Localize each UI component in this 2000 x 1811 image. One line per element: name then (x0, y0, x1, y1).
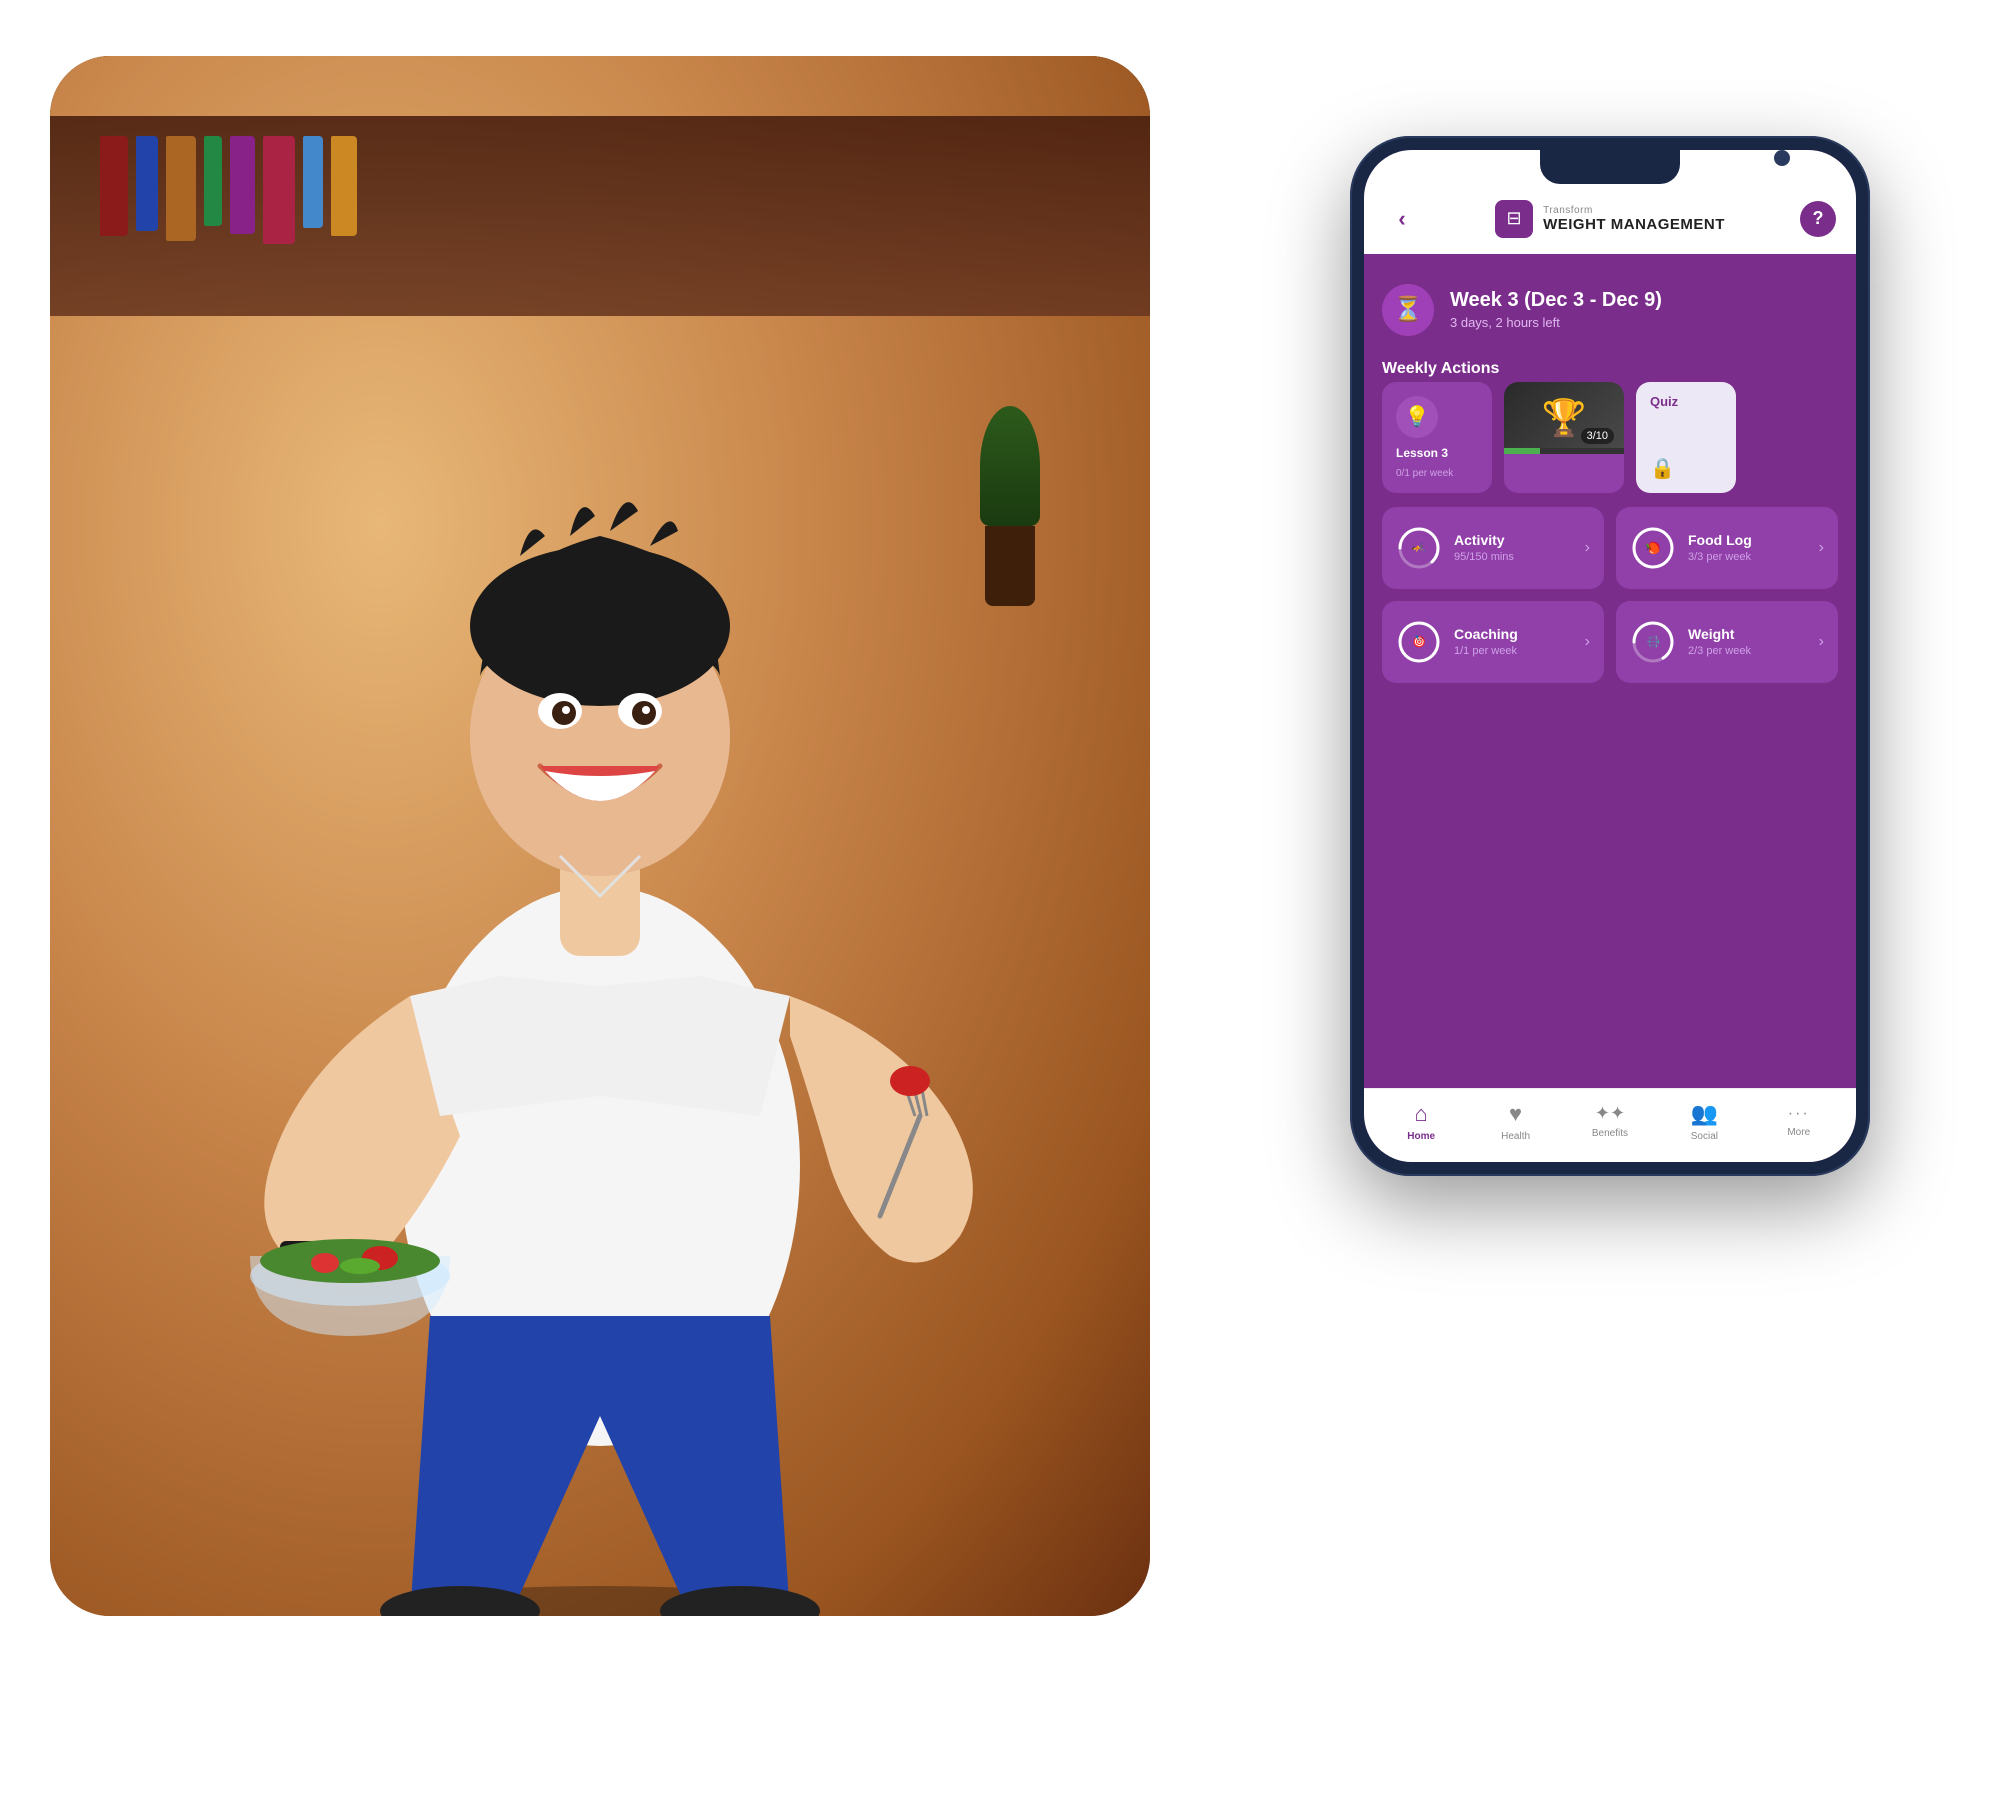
person-figure (50, 56, 1150, 1616)
week-icon: ⏳ (1382, 284, 1434, 336)
svg-text:🏃: 🏃 (1412, 540, 1426, 555)
social-icon: 👥 (1691, 1101, 1718, 1127)
foodlog-card[interactable]: 🍎 Food Log 3/3 per week › (1616, 507, 1838, 589)
coaching-info: Coaching 1/1 per week (1454, 626, 1573, 657)
weight-info: Weight 2/3 per week (1688, 626, 1807, 657)
achievement-image: 🏆 3/10 (1504, 382, 1624, 454)
phone-device: ‹ ⊟ Transform WEIGHT MANAGEMENT ? (1350, 136, 1870, 1176)
foodlog-progress-ring: 🍎 (1630, 525, 1676, 571)
nav-home-label: Home (1407, 1131, 1435, 1142)
grid-actions: 🏃 Activity 95/150 mins › (1382, 507, 1838, 683)
bottom-nav: ⌂ Home ♥ Health ✦✦ Benefits 👥 Social (1364, 1088, 1856, 1162)
coaching-card[interactable]: 🎯 Coaching 1/1 per week › (1382, 601, 1604, 683)
nav-benefits[interactable]: ✦✦ Benefits (1580, 1103, 1640, 1139)
activity-arrow: › (1585, 539, 1590, 557)
trophy-icon: 🏆 (1542, 397, 1587, 439)
lesson-sublabel: 0/1 per week (1396, 468, 1453, 479)
nav-social-label: Social (1691, 1131, 1718, 1142)
lesson-card[interactable]: 💡 Lesson 3 0/1 per week (1382, 382, 1492, 493)
health-icon: ♥ (1509, 1101, 1522, 1127)
more-icon: ··· (1788, 1105, 1810, 1123)
main-scene: ‹ ⊟ Transform WEIGHT MANAGEMENT ? (50, 56, 1950, 1756)
phone-camera (1774, 150, 1790, 166)
quiz-lock-icon: 🔒 (1650, 456, 1722, 481)
activity-title: Activity (1454, 532, 1573, 548)
nav-social[interactable]: 👥 Social (1674, 1101, 1734, 1142)
weekly-actions-section: Weekly Actions 💡 Lesson 3 0/1 per week (1382, 360, 1838, 493)
foodlog-info: Food Log 3/3 per week (1688, 532, 1807, 563)
phone-screen: ‹ ⊟ Transform WEIGHT MANAGEMENT ? (1364, 150, 1856, 1162)
nav-home[interactable]: ⌂ Home (1391, 1101, 1451, 1142)
coaching-arrow: › (1585, 633, 1590, 651)
coaching-sub: 1/1 per week (1454, 645, 1573, 657)
weight-progress-ring: ⚖️ (1630, 619, 1676, 665)
photo-card (50, 56, 1150, 1616)
nav-more-label: More (1787, 1127, 1810, 1138)
phone-notch (1540, 150, 1680, 184)
lesson-icon: 💡 (1396, 396, 1438, 438)
nav-health[interactable]: ♥ Health (1486, 1101, 1546, 1142)
svg-text:⚖️: ⚖️ (1647, 634, 1660, 648)
coaching-progress-ring: 🎯 (1396, 619, 1442, 665)
week-subtitle: 3 days, 2 hours left (1450, 315, 1662, 330)
achievement-progress-bar (1504, 448, 1624, 454)
week-info: Week 3 (Dec 3 - Dec 9) 3 days, 2 hours l… (1450, 289, 1662, 330)
svg-text:🍎: 🍎 (1645, 540, 1660, 555)
nav-health-label: Health (1501, 1131, 1530, 1142)
achievement-card[interactable]: 🏆 3/10 (1504, 382, 1624, 493)
brand-subtitle: Transform (1543, 205, 1725, 216)
week-header: ⏳ Week 3 (Dec 3 - Dec 9) 3 days, 2 hours… (1382, 274, 1838, 346)
foodlog-title: Food Log (1688, 532, 1807, 548)
weekly-actions-title: Weekly Actions (1382, 360, 1838, 378)
svg-text:🎯: 🎯 (1413, 634, 1426, 648)
weight-arrow: › (1819, 633, 1824, 651)
nav-benefits-label: Benefits (1592, 1128, 1628, 1139)
activity-sub: 95/150 mins (1454, 551, 1573, 563)
brand-title: WEIGHT MANAGEMENT (1543, 216, 1725, 233)
brand-area: ⊟ Transform WEIGHT MANAGEMENT (1495, 200, 1725, 238)
foodlog-arrow: › (1819, 539, 1824, 557)
activity-progress-ring: 🏃 (1396, 525, 1442, 571)
weight-sub: 2/3 per week (1688, 645, 1807, 657)
activity-card[interactable]: 🏃 Activity 95/150 mins › (1382, 507, 1604, 589)
coaching-title: Coaching (1454, 626, 1573, 642)
weekly-actions-row: 💡 Lesson 3 0/1 per week 🏆 3/10 (1382, 382, 1838, 493)
weight-card[interactable]: ⚖️ Weight 2/3 per week › (1616, 601, 1838, 683)
quiz-card[interactable]: Quiz 🔒 (1636, 382, 1736, 493)
weight-title: Weight (1688, 626, 1807, 642)
quiz-title: Quiz (1650, 394, 1722, 409)
app-content: ⏳ Week 3 (Dec 3 - Dec 9) 3 days, 2 hours… (1364, 254, 1856, 1088)
activity-info: Activity 95/150 mins (1454, 532, 1573, 563)
brand-text: Transform WEIGHT MANAGEMENT (1543, 205, 1725, 233)
week-title: Week 3 (Dec 3 - Dec 9) (1450, 289, 1662, 312)
lesson-label: Lesson 3 (1396, 446, 1448, 460)
foodlog-sub: 3/3 per week (1688, 551, 1807, 563)
brand-icon: ⊟ (1495, 200, 1533, 238)
nav-more[interactable]: ··· More (1769, 1105, 1829, 1138)
back-button[interactable]: ‹ (1384, 201, 1420, 237)
home-icon: ⌂ (1415, 1101, 1428, 1127)
benefits-icon: ✦✦ (1595, 1103, 1625, 1124)
help-button[interactable]: ? (1800, 201, 1836, 237)
